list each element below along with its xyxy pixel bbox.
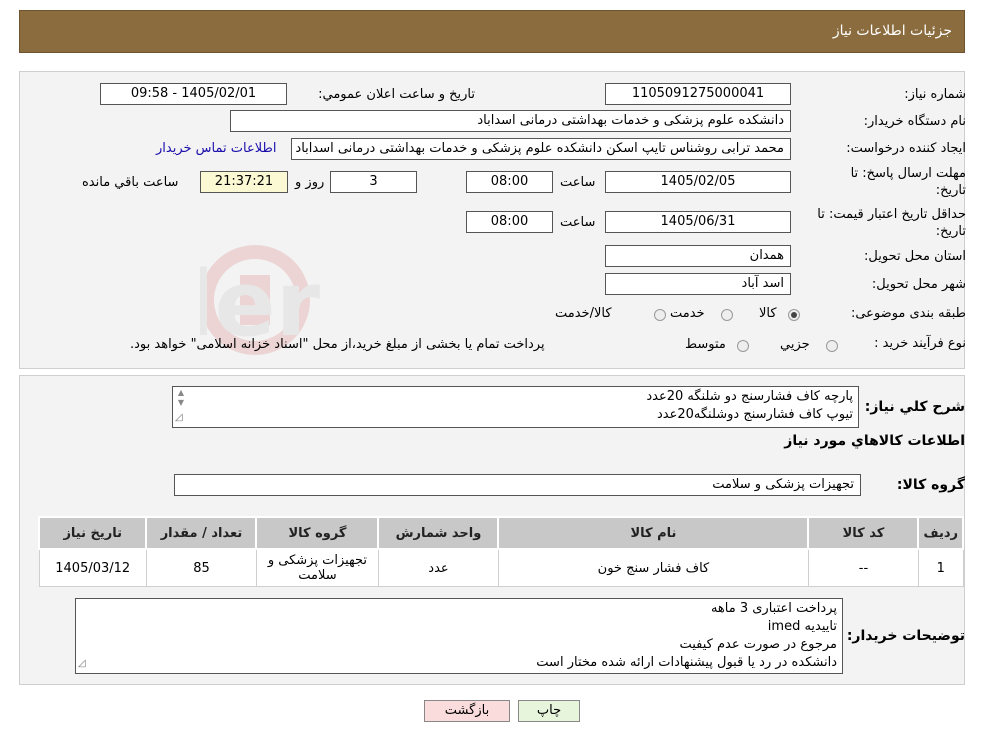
summary-textarea[interactable]: پارچه کاف فشارسنج دو شلنگه 20عدد تیوپ کا… (172, 386, 859, 428)
category-option-service: خدمت (670, 306, 705, 321)
reply-deadline-label-2: تاريخ: (935, 183, 966, 198)
cell-unit: عدد (377, 548, 499, 587)
reply-deadline-time-label: ساعت (560, 175, 596, 190)
category-radio-service[interactable] (721, 309, 733, 321)
reply-days-field: 3 (330, 171, 417, 193)
cell-group: تجهیزات پزشکی و سلامت (255, 548, 379, 587)
buyer-note-line: مرجوع در صورت عدم کیفیت (679, 637, 837, 652)
back-button[interactable]: بازگشت (424, 700, 510, 722)
purchase-type-radio-medium[interactable] (737, 340, 749, 352)
page-title: جزئیات اطلاعات نیاز (832, 23, 952, 39)
need-number-label: شماره نیاز: (904, 87, 966, 102)
buyer-note-line: دانشکده در رد یا قبول پیشنهادات ارائه شد… (536, 655, 837, 670)
table-row[interactable]: 1 -- کاف فشار سنج خون عدد تجهیزات پزشکی … (38, 548, 964, 587)
summary-line: پارچه کاف فشارسنج دو شلنگه 20عدد (646, 389, 853, 404)
cell-row: 1 (917, 548, 964, 587)
cell-date: 1405/03/12 (38, 548, 147, 587)
treasury-note: پرداخت تمام یا بخشی از مبلغ خرید،از محل … (130, 337, 545, 352)
col-unit: واحد شمارش (377, 516, 500, 550)
remaining-time-label: ساعت باقي مانده (82, 175, 179, 190)
reply-deadline-time: 08:00 (466, 171, 553, 193)
category-option-goods-service: کالا/خدمت (555, 306, 612, 321)
purchase-type-option-medium: متوسط (685, 337, 726, 352)
purchase-type-option-minor: جزيي (780, 337, 810, 352)
scroll-arrows-icon[interactable]: ▲ ▼ (175, 388, 187, 408)
buyer-org-field: دانشکده علوم پزشکی و خدمات بهداشتی درمان… (230, 110, 791, 132)
province-field: همدان (605, 245, 791, 267)
need-number-field: 1105091275000041 (605, 83, 791, 105)
requester-label: ايجاد کننده درخواست: (846, 141, 966, 156)
purchase-type-radio-minor[interactable] (826, 340, 838, 352)
purchase-type-label: نوع فرآیند خرید : (874, 336, 966, 351)
category-radio-goods-service[interactable] (654, 309, 666, 321)
price-validity-label: حداقل تاريخ اعتبار قيمت: تا (817, 207, 966, 222)
buyer-note-line: تاییدیه imed (767, 619, 837, 634)
remaining-time-field: 21:37:21 (200, 171, 288, 193)
goods-section-title: اطلاعات کالاهاي مورد نياز (784, 433, 965, 449)
province-label: استان محل تحويل: (864, 249, 966, 264)
cell-qty: 85 (145, 548, 257, 587)
page-header: جزئیات اطلاعات نیاز (19, 10, 965, 53)
price-validity-time: 08:00 (466, 211, 553, 233)
buyer-notes-textarea[interactable]: پرداخت اعتباری 3 ماهه تاییدیه imed مرجوع… (75, 598, 843, 674)
city-label: شهر محل تحويل: (871, 277, 966, 292)
goods-group-label: گروه کالا: (896, 477, 965, 493)
category-option-goods: کالا (759, 306, 777, 321)
announce-datetime-label: تاریخ و ساعت اعلان عمومي: (318, 87, 475, 102)
goods-table: رديف کد کالا نام کالا واحد شمارش گروه کا… (37, 516, 964, 587)
summary-line: تیوپ کاف فشارسنج دوشلنگه20عدد (656, 407, 853, 422)
reply-days-label: روز و (295, 175, 325, 190)
category-radio-goods[interactable] (788, 309, 800, 321)
announce-datetime-field: 1405/02/01 - 09:58 (100, 83, 287, 105)
buyer-org-label: نام دستگاه خريدار: (863, 114, 966, 129)
col-date: تاريخ نياز (37, 516, 148, 550)
table-header-row: رديف کد کالا نام کالا واحد شمارش گروه کا… (37, 516, 964, 550)
col-group: گروه کالا (255, 516, 380, 550)
cell-code: -- (807, 548, 919, 587)
city-field: اسد آباد (605, 273, 791, 295)
price-validity-time-label: ساعت (560, 215, 596, 230)
col-name: نام کالا (497, 516, 810, 550)
buyer-contact-link[interactable]: اطلاعات تماس خريدار (156, 141, 276, 156)
col-qty: تعداد / مقدار (145, 516, 258, 550)
requester-field: محمد ترابی روشناس تایپ اسکن دانشکده علوم… (291, 138, 791, 160)
reply-deadline-label: مهلت ارسال پاسخ: تا (850, 166, 966, 181)
summary-label: شرح کلي نياز: (864, 399, 965, 415)
cell-name: کاف فشار سنج خون (497, 548, 809, 587)
price-validity-label-2: تاريخ: (935, 224, 966, 239)
category-label: طبقه بندی موضوعی: (850, 306, 966, 321)
buyer-notes-label: توضيحات خريدار: (846, 628, 965, 644)
buyer-note-line: پرداخت اعتباری 3 ماهه (710, 601, 837, 616)
goods-group-field: تجهیزات پزشکی و سلامت (174, 474, 861, 496)
price-validity-date: 1405/06/31 (605, 211, 791, 233)
print-button[interactable]: چاپ (518, 700, 580, 722)
resize-grip-icon[interactable]: ◿ (175, 409, 183, 427)
reply-deadline-date: 1405/02/05 (605, 171, 791, 193)
resize-grip-icon[interactable]: ◿ (78, 655, 86, 673)
col-code: کد کالا (807, 516, 920, 550)
col-row: رديف (917, 516, 964, 550)
